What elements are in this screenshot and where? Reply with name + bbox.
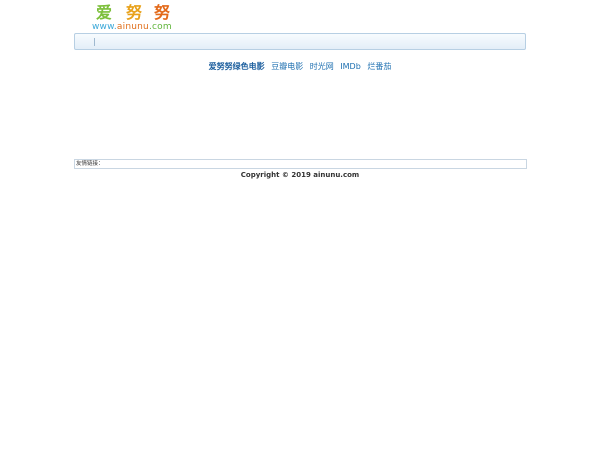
logo-url-prefix: www. (92, 22, 117, 32)
link-imdb[interactable]: IMDb (340, 62, 361, 71)
friend-links-label: 友情链接： (76, 161, 104, 167)
logo-text: 爱 努 努 (96, 2, 176, 24)
link-rotten-tomatoes[interactable]: 烂番茄 (367, 62, 391, 71)
friend-links-box: 友情链接： (74, 159, 527, 169)
link-douban-movies[interactable]: 豆瓣电影 (271, 62, 303, 71)
category-links: 爱努努绿色电影 豆瓣电影 时光网 IMDb 烂番茄 (0, 61, 600, 73)
logo-char-2: 努 (126, 3, 143, 22)
logo-url-suffix: .com (148, 22, 172, 32)
nav-divider (94, 38, 95, 46)
page: 爱 努 努 www.ainunu.com 爱努努绿色电影 豆瓣电影 时光网 IM… (0, 0, 600, 450)
link-ainunu-green-movies[interactable]: 爱努努绿色电影 (209, 62, 265, 71)
logo-url: www.ainunu.com (92, 22, 172, 32)
copyright-text: Copyright © 2019 ainunu.com (240, 171, 360, 179)
logo-char-1: 爱 (96, 3, 113, 22)
logo-char-3: 努 (154, 3, 171, 22)
site-logo[interactable]: 爱 努 努 www.ainunu.com (90, 2, 180, 32)
logo-url-domain: ainunu (116, 22, 149, 32)
main-navbar (74, 33, 526, 50)
link-mtime[interactable]: 时光网 (310, 62, 334, 71)
